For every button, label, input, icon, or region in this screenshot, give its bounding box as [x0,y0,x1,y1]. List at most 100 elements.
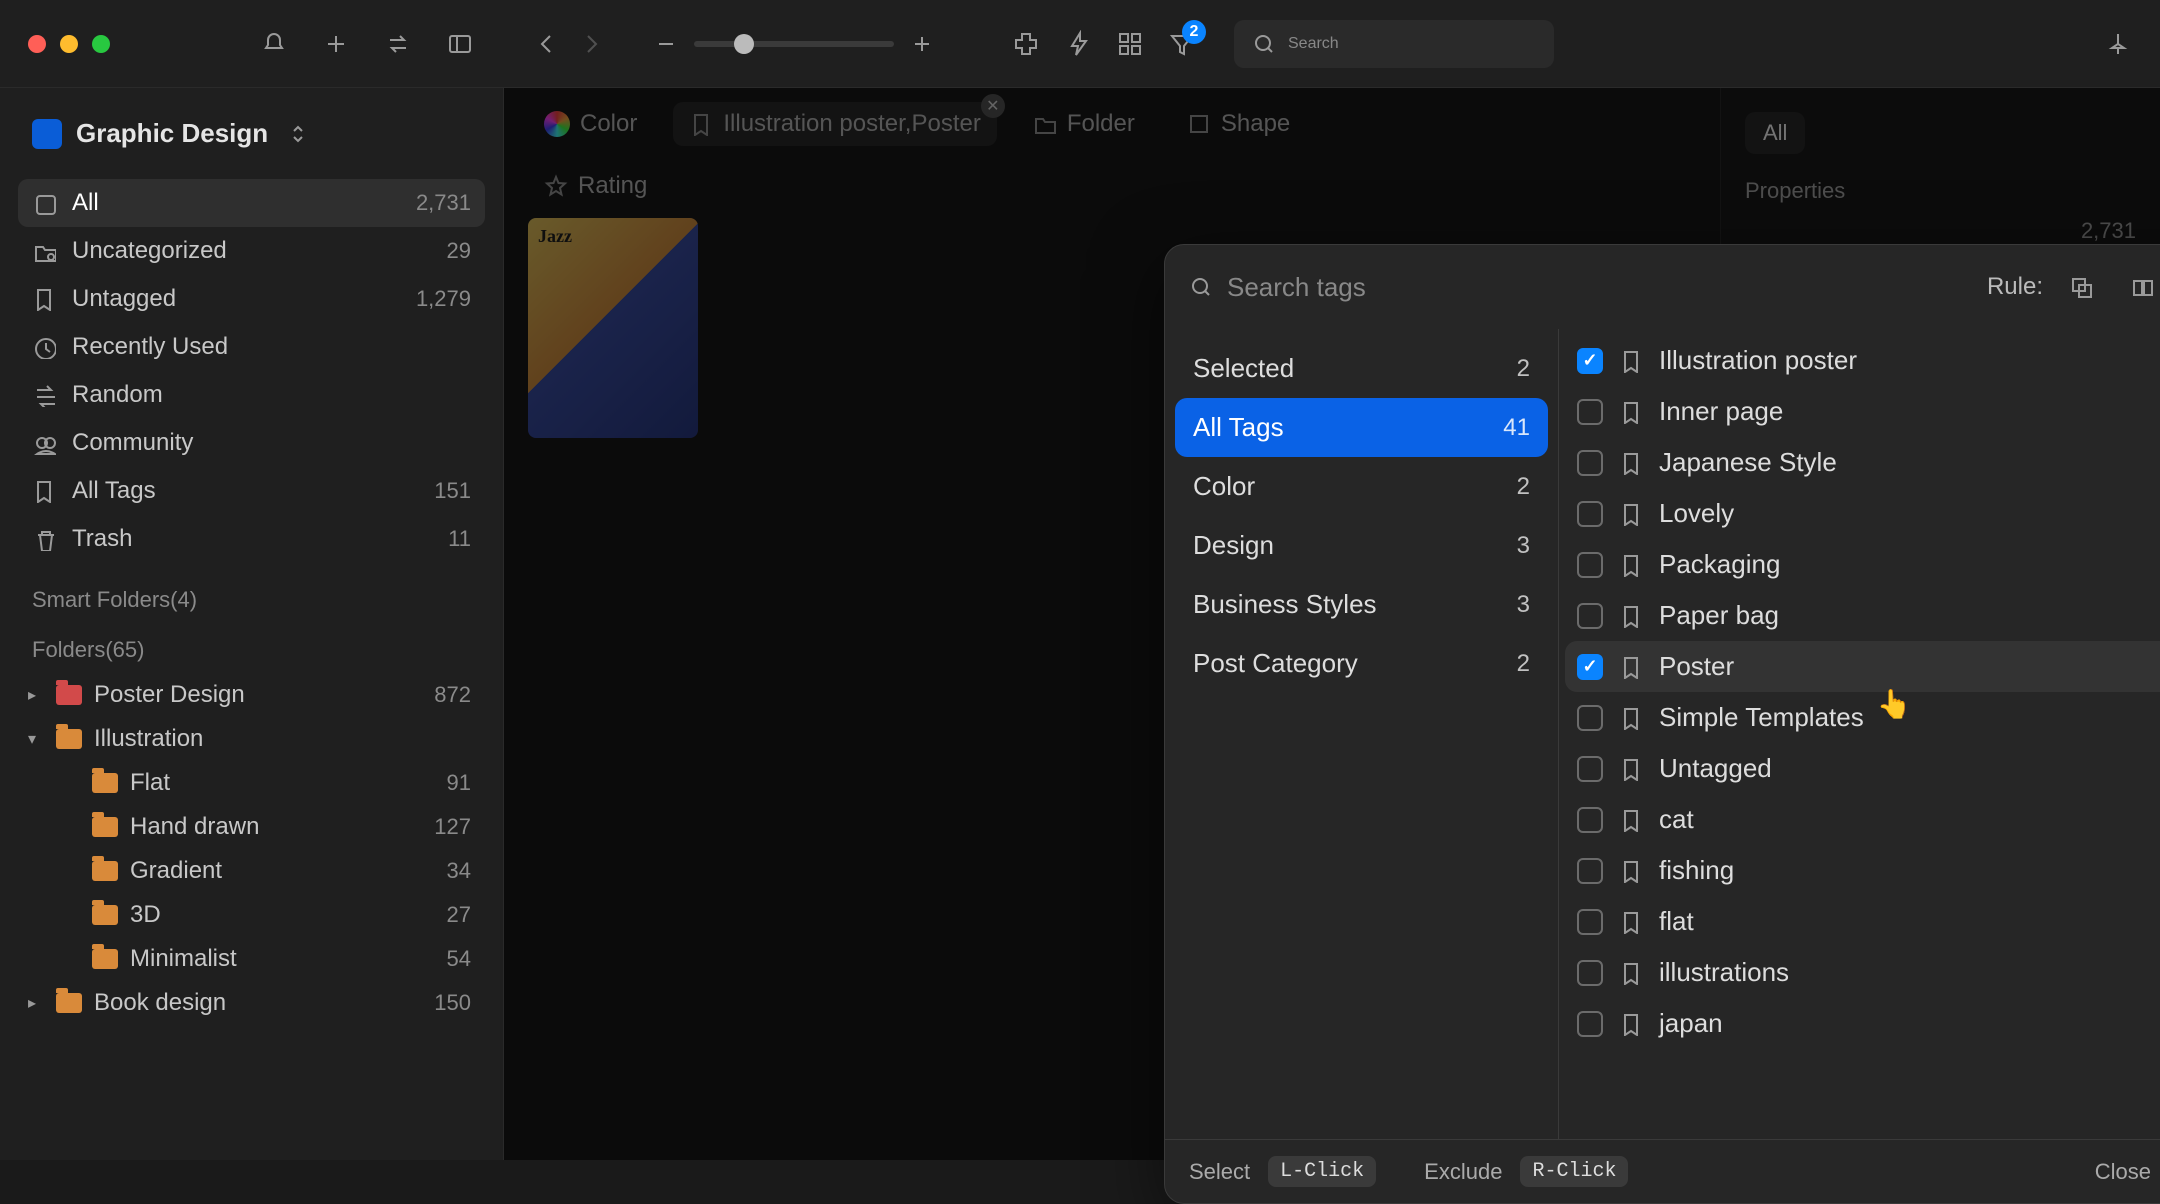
bookmark-icon [1619,604,1643,628]
minimize-window[interactable] [60,35,78,53]
filter-tags-chip[interactable]: Illustration poster,Poster ✕ [673,102,996,146]
search-icon [1252,32,1276,56]
folder-book-design[interactable]: ▸Book design150 [18,981,485,1025]
smart-folders-label[interactable]: Smart Folders(4) [32,587,485,613]
forward-icon[interactable] [578,30,606,58]
folder-icon [92,905,118,925]
tag-row-simple-templates[interactable]: Simple Templates 17 [1565,692,2160,743]
sidebar-item-trash[interactable]: Trash11 [18,515,485,563]
bookmark-icon [1619,502,1643,526]
close-window[interactable] [28,35,46,53]
tag-row-paper-bag[interactable]: Paper bag 18 [1565,590,2160,641]
sidebar-item-uncategorized[interactable]: Uncategorized29 [18,227,485,275]
tag-checkbox[interactable] [1577,807,1603,833]
tag-checkbox[interactable] [1577,756,1603,782]
extension-icon[interactable] [1012,30,1040,58]
tag-row-inner-page[interactable]: Inner page 20 [1565,386,2160,437]
tag-checkbox[interactable] [1577,654,1603,680]
tag-category-post-category[interactable]: Post Category2 [1175,634,1548,693]
tag-row-japanese-style[interactable]: Japanese Style 10 [1565,437,2160,488]
tag-checkbox[interactable] [1577,348,1603,374]
library-selector[interactable]: Graphic Design [18,106,485,161]
bolt-icon[interactable] [1064,30,1092,58]
tag-category-color[interactable]: Color2 [1175,457,1548,516]
star-icon [544,174,568,198]
filter-rating[interactable]: Rating [528,164,663,208]
kbd-rclick: R-Click [1520,1156,1628,1187]
tag-row-lovely[interactable]: Lovely 17 [1565,488,2160,539]
tag-checkbox[interactable] [1577,705,1603,731]
rule-intersect[interactable] [2057,263,2105,311]
folder-3d[interactable]: 3D27 [18,893,485,937]
tag-category-design[interactable]: Design3 [1175,516,1548,575]
tag-row-illustration-poster[interactable]: Illustration poster 56 [1565,335,2160,386]
tag-row-japan[interactable]: japan 1 [1565,998,2160,1049]
sidebar-item-community[interactable]: Community [18,419,485,467]
tag-row-packaging[interactable]: Packaging 42 [1565,539,2160,590]
tag-list: Illustration poster 56 Inner page 20 Jap… [1559,329,2160,1139]
tag-category-business-styles[interactable]: Business Styles3 [1175,575,1548,634]
rule-union[interactable] [2119,263,2160,311]
kbd-lclick: L-Click [1268,1156,1376,1187]
slider-knob[interactable] [734,34,754,54]
tag-category-all-tags[interactable]: All Tags41 [1175,398,1548,457]
search-placeholder: Search [1288,35,1339,53]
clear-tags-icon[interactable]: ✕ [981,94,1005,118]
sidebar-item-all-tags[interactable]: All Tags151 [18,467,485,515]
intersect-icon [2069,275,2093,299]
tag-row-cat[interactable]: cat 1 [1565,794,2160,845]
tag-checkbox[interactable] [1577,858,1603,884]
filter-folder[interactable]: Folder [1017,102,1151,146]
grid-icon[interactable] [1116,30,1144,58]
transfer-icon[interactable] [384,30,412,58]
folder-poster-design[interactable]: ▸Poster Design872 [18,673,485,717]
tag-row-fishing[interactable]: fishing 1 [1565,845,2160,896]
zoom-out-icon[interactable] [654,32,678,56]
folder-illustration[interactable]: ▾Illustration [18,717,485,761]
tag-category-selected[interactable]: Selected2 [1175,339,1548,398]
folder-gradient[interactable]: Gradient34 [18,849,485,893]
back-icon[interactable] [532,30,560,58]
plus-icon[interactable] [322,30,350,58]
folder-minimalist[interactable]: Minimalist54 [18,937,485,981]
inspector-tab-all[interactable]: All [1745,112,1805,154]
tag-checkbox[interactable] [1577,603,1603,629]
tag-row-illustrations[interactable]: illustrations 1 [1565,947,2160,998]
tag-row-poster[interactable]: Poster 868 [1565,641,2160,692]
tag-search[interactable]: Search tags [1189,272,1971,303]
bell-icon[interactable] [260,30,288,58]
folder-icon [56,685,82,705]
sidebar-item-untagged[interactable]: Untagged1,279 [18,275,485,323]
slider-track[interactable] [694,41,894,47]
thumbnail-jazz[interactable]: Jazz [528,218,698,438]
sidebar-item-recently-used[interactable]: Recently Used [18,323,485,371]
pin-icon[interactable] [2104,30,2132,58]
sidebar-item-all[interactable]: All2,731 [18,179,485,227]
folder-hand-drawn[interactable]: Hand drawn127 [18,805,485,849]
filter-color[interactable]: Color [528,102,653,146]
zoom-slider[interactable] [654,32,934,56]
folders-label[interactable]: Folders(65) [32,637,485,663]
sidebar-item-random[interactable]: Random [18,371,485,419]
zoom-in-icon[interactable] [910,32,934,56]
nav-icon [32,335,56,359]
global-search[interactable]: Search [1234,20,1554,68]
tag-checkbox[interactable] [1577,399,1603,425]
folder-icon [1033,112,1057,136]
tag-checkbox[interactable] [1577,501,1603,527]
tag-row-flat[interactable]: flat 2 [1565,896,2160,947]
maximize-window[interactable] [92,35,110,53]
tag-checkbox[interactable] [1577,960,1603,986]
tag-checkbox[interactable] [1577,909,1603,935]
tag-checkbox[interactable] [1577,450,1603,476]
filter-shape[interactable]: Shape [1171,102,1306,146]
sidebar-toggle-icon[interactable] [446,30,474,58]
library-icon [32,119,62,149]
tag-checkbox[interactable] [1577,552,1603,578]
folder-icon [92,861,118,881]
footer-close: Close [2095,1159,2151,1185]
tag-checkbox[interactable] [1577,1011,1603,1037]
folder-flat[interactable]: Flat91 [18,761,485,805]
filter-button[interactable]: 2 [1168,30,1196,58]
tag-row-untagged[interactable]: Untagged 1,279 [1565,743,2160,794]
